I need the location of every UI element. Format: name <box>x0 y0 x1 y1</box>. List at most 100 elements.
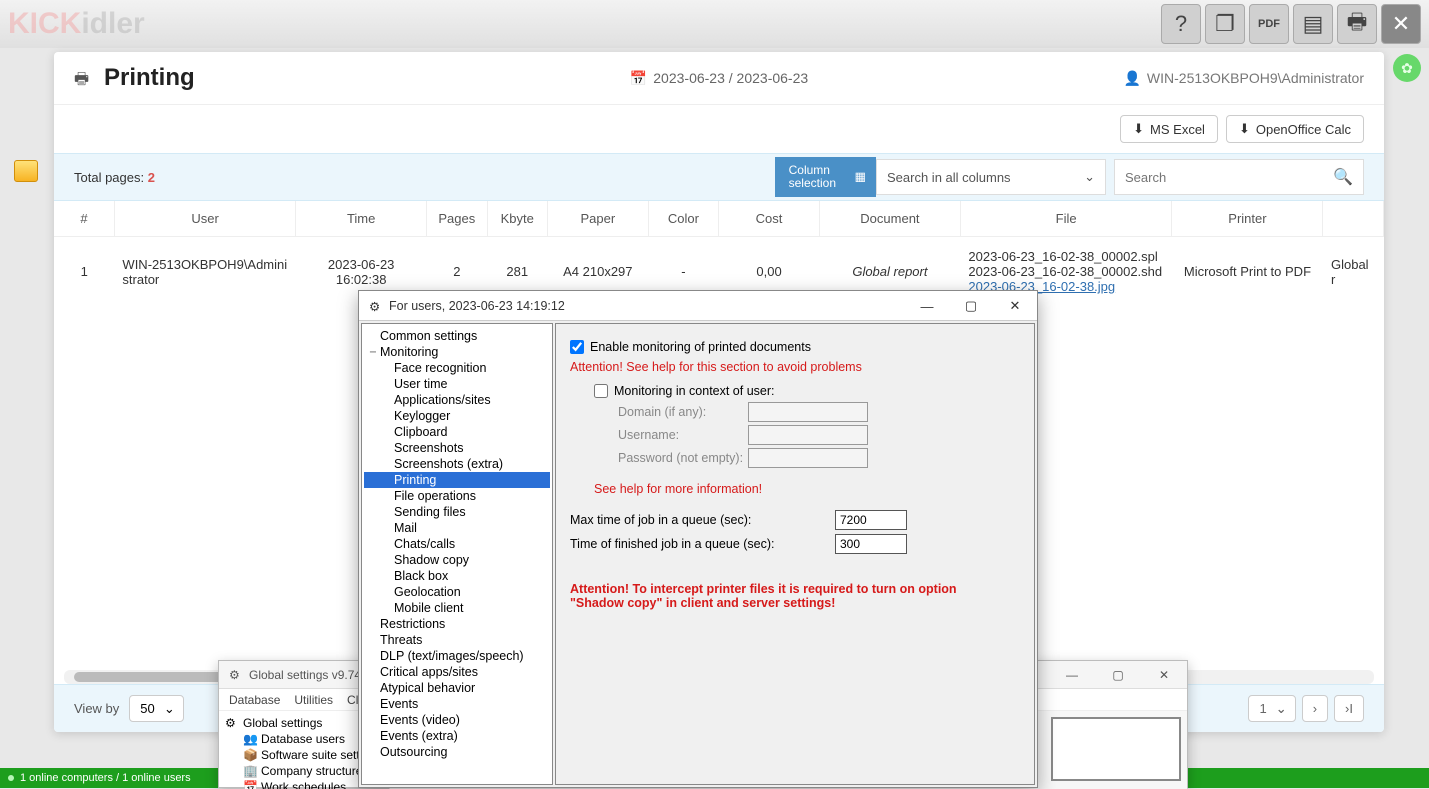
download-icon: ⬇ <box>1133 121 1144 137</box>
close-button[interactable]: ✕ <box>1141 661 1187 689</box>
app-toolbar: KICKidler ? ❐ PDF ▤ 🖶 ✕ <box>0 0 1429 48</box>
maximize-button[interactable]: ▢ <box>949 291 993 321</box>
domain-row: Domain (if any): <box>618 402 1020 422</box>
max-queue-row: Max time of job in a queue (sec): <box>570 510 1020 530</box>
user-context-row: Monitoring in context of user: <box>594 384 1020 398</box>
col-document[interactable]: Document <box>819 201 960 237</box>
menu-cl[interactable]: Cl <box>347 693 358 707</box>
search-input[interactable] <box>1125 170 1327 185</box>
search-column-select[interactable]: Search in all columns <box>876 159 1106 195</box>
export-toolbar: ⬇MS Excel ⬇OpenOffice Calc <box>54 105 1384 153</box>
minimize-button[interactable]: — <box>1049 661 1095 689</box>
max-queue-input[interactable] <box>835 510 907 530</box>
export-calc-button[interactable]: ⬇OpenOffice Calc <box>1226 115 1364 143</box>
close-icon[interactable]: ✕ <box>1381 4 1421 44</box>
page-preview <box>1051 717 1181 781</box>
tree-node[interactable]: Mail <box>364 520 550 536</box>
tree-node[interactable]: Threats <box>364 632 550 648</box>
col-file[interactable]: File <box>960 201 1172 237</box>
users-icon: 👥 <box>243 732 257 746</box>
col-num[interactable]: # <box>54 201 114 237</box>
date-range[interactable]: 📅 2023-06-23 / 2023-06-23 <box>630 70 808 87</box>
last-page-button[interactable]: ›I <box>1334 695 1364 722</box>
username-row: Username: <box>618 425 1020 445</box>
warning-text: Attention! See help for this section to … <box>570 360 1020 374</box>
calendar-icon: 📅 <box>630 70 647 87</box>
tree-node[interactable]: Screenshots <box>364 440 550 456</box>
total-pages: Total pages: 2 <box>74 170 155 185</box>
tree-node[interactable]: Events (video) <box>364 712 550 728</box>
tree-node[interactable]: Geolocation <box>364 584 550 600</box>
help-icon[interactable]: ? <box>1161 4 1201 44</box>
tree-node[interactable]: Clipboard <box>364 424 550 440</box>
password-input[interactable] <box>748 448 868 468</box>
tree-node[interactable]: Outsourcing <box>364 744 550 760</box>
col-time[interactable]: Time <box>296 201 427 237</box>
col-printer[interactable]: Printer <box>1172 201 1323 237</box>
tree-node[interactable]: Applications/sites <box>364 392 550 408</box>
filter-row: Total pages: 2 Columnselection Search in… <box>54 153 1384 201</box>
next-page-button[interactable]: › <box>1302 695 1328 722</box>
page-size-select[interactable]: 50 <box>129 695 183 722</box>
tree-node[interactable]: File operations <box>364 488 550 504</box>
export-excel-button[interactable]: ⬇MS Excel <box>1120 115 1218 143</box>
maximize-button[interactable]: ▢ <box>1095 661 1141 689</box>
app-logo: KICKidler <box>8 7 145 41</box>
tree-node[interactable]: Mobile client <box>364 600 550 616</box>
notification-badge[interactable] <box>14 160 38 182</box>
tree-node[interactable]: Sending files <box>364 504 550 520</box>
tree-node[interactable]: Atypical behavior <box>364 680 550 696</box>
tree-node[interactable]: Face recognition <box>364 360 550 376</box>
col-pages[interactable]: Pages <box>427 201 487 237</box>
col-extra[interactable] <box>1323 201 1384 237</box>
col-cost[interactable]: Cost <box>719 201 820 237</box>
page-title: Printing <box>104 64 195 92</box>
panel-header: 🖶 Printing 📅 2023-06-23 / 2023-06-23 👤 W… <box>54 52 1384 105</box>
package-icon: 📦 <box>243 748 257 762</box>
tree-node[interactable]: Events (extra) <box>364 728 550 744</box>
pdf-icon[interactable]: PDF <box>1249 4 1289 44</box>
copy-icon[interactable]: ❐ <box>1205 4 1245 44</box>
username-input[interactable] <box>748 425 868 445</box>
tree-node[interactable]: DLP (text/images/speech) <box>364 648 550 664</box>
col-paper[interactable]: Paper <box>547 201 648 237</box>
tree-node[interactable]: Restrictions <box>364 616 550 632</box>
tree-node[interactable]: Events <box>364 696 550 712</box>
tree-node[interactable]: Critical apps/sites <box>364 664 550 680</box>
col-color[interactable]: Color <box>648 201 719 237</box>
warning-text: Attention! To intercept printer files it… <box>570 582 1000 610</box>
password-row: Password (not empty): <box>618 448 1020 468</box>
tree-node[interactable]: Printing <box>364 472 550 488</box>
gear-icon: ⚙ <box>225 716 239 730</box>
settings-tree: Common settings−MonitoringFace recogniti… <box>361 323 553 785</box>
page-number-select[interactable]: 1⌄ <box>1248 695 1295 722</box>
archive-icon[interactable]: ▤ <box>1293 4 1333 44</box>
minimize-button[interactable]: — <box>905 291 949 321</box>
tree-node[interactable]: Chats/calls <box>364 536 550 552</box>
tree-node[interactable]: User time <box>364 376 550 392</box>
warning-text: See help for more information! <box>594 482 1020 496</box>
printer-icon: 🖶 <box>74 68 94 88</box>
menu-utilities[interactable]: Utilities <box>294 693 333 707</box>
domain-input[interactable] <box>748 402 868 422</box>
column-selection-button[interactable]: Columnselection <box>775 157 876 197</box>
tree-node[interactable]: Shadow copy <box>364 552 550 568</box>
online-badge-icon: ✿ <box>1393 54 1421 82</box>
gear-icon: ⚙ <box>229 668 243 682</box>
tree-node[interactable]: Common settings <box>364 328 550 344</box>
org-icon: 🏢 <box>243 764 257 778</box>
user-context-checkbox[interactable] <box>594 384 608 398</box>
col-user[interactable]: User <box>114 201 295 237</box>
search-input-wrap: 🔍 <box>1114 159 1364 195</box>
for-users-dialog: ⚙ For users, 2023-06-23 14:19:12 — ▢ ✕ C… <box>358 290 1038 788</box>
fin-queue-input[interactable] <box>835 534 907 554</box>
tree-node[interactable]: Keylogger <box>364 408 550 424</box>
tree-node[interactable]: Black box <box>364 568 550 584</box>
enable-monitoring-checkbox[interactable] <box>570 340 584 354</box>
menu-database[interactable]: Database <box>229 693 280 707</box>
tree-node[interactable]: −Monitoring <box>364 344 550 360</box>
col-kbyte[interactable]: Kbyte <box>487 201 547 237</box>
print-icon[interactable]: 🖶 <box>1337 4 1377 44</box>
tree-node[interactable]: Screenshots (extra) <box>364 456 550 472</box>
close-button[interactable]: ✕ <box>993 291 1037 321</box>
